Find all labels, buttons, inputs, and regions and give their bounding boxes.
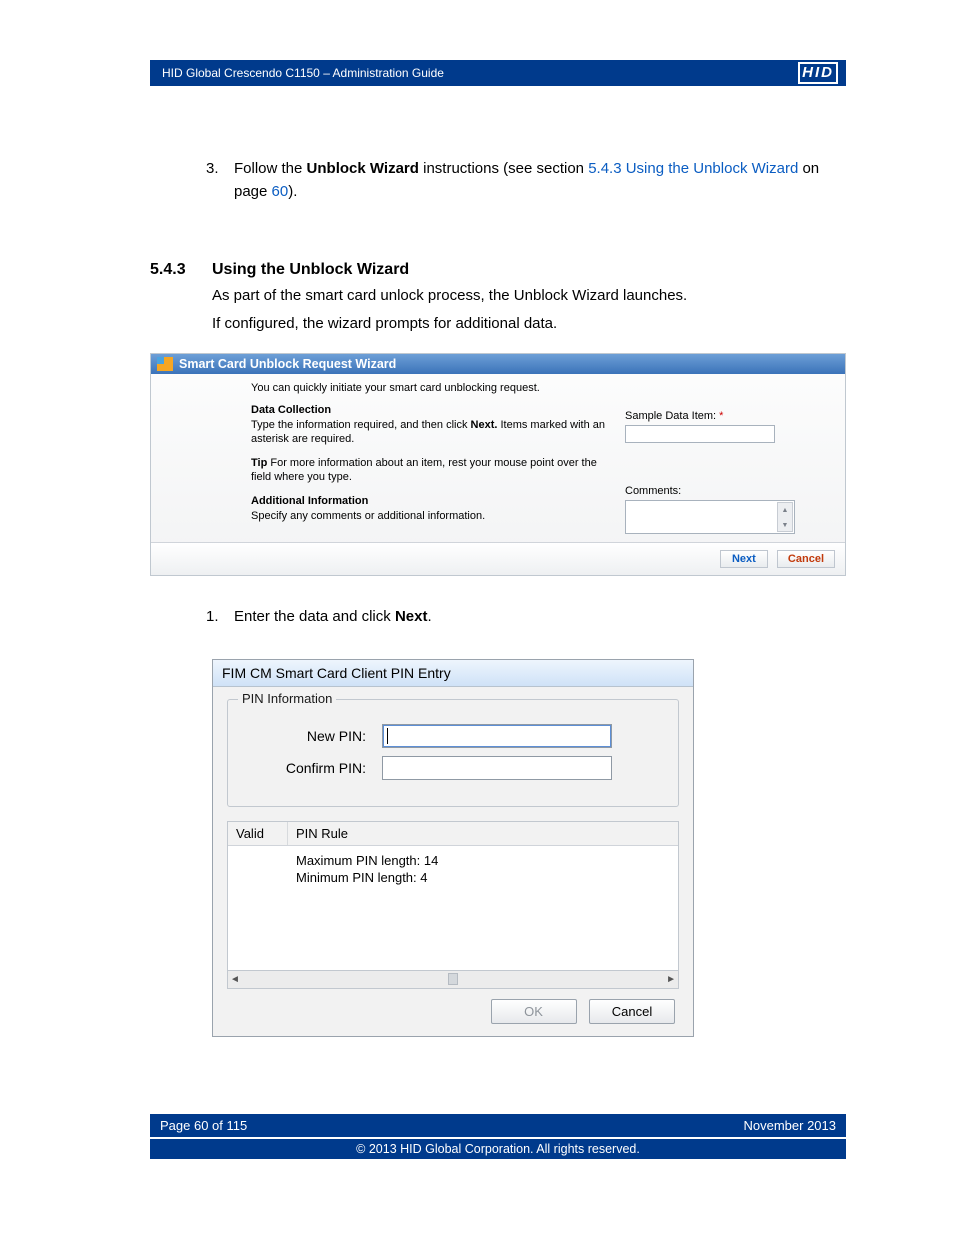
cancel-button[interactable]: Cancel <box>777 550 835 568</box>
comments-textarea[interactable] <box>625 500 795 534</box>
horizontal-scrollbar[interactable]: ◄ ► <box>227 971 679 989</box>
dialog-titlebar: FIM CM Smart Card Client PIN Entry <box>213 660 693 687</box>
scroll-thumb[interactable] <box>448 973 458 985</box>
required-asterisk: * <box>719 410 723 422</box>
column-pin-rule[interactable]: PIN Rule <box>288 822 678 845</box>
footer-copyright: © 2013 HID Global Corporation. All right… <box>150 1139 846 1159</box>
scroll-left-icon[interactable]: ◄ <box>230 974 240 985</box>
new-pin-input[interactable] <box>382 724 612 748</box>
pin-rules-table: Valid PIN Rule Maximum PIN length: 14 Mi… <box>227 821 679 971</box>
footer-date: November 2013 <box>744 1118 837 1133</box>
step-1: 1. Enter the data and click Next. <box>206 608 846 625</box>
confirm-pin-label: Confirm PIN: <box>242 760 382 776</box>
step-3: 3. Follow the Unblock Wizard instruction… <box>206 158 846 203</box>
sample-data-input[interactable] <box>625 425 775 443</box>
section-number: 5.4.3 <box>150 261 212 279</box>
unblock-wizard-window: Smart Card Unblock Request Wizard You ca… <box>150 353 846 576</box>
wizard-titlebar: Smart Card Unblock Request Wizard <box>151 354 845 374</box>
page-indicator: Page 60 of 115 <box>160 1118 247 1133</box>
group-legend: PIN Information <box>238 691 336 706</box>
step-text: Follow the Unblock Wizard instructions (… <box>234 158 846 203</box>
data-collection-heading: Data Collection <box>251 404 609 416</box>
xref-link[interactable]: 5.4.3 Using the Unblock Wizard <box>588 160 798 177</box>
step-text: Enter the data and click Next. <box>234 608 846 625</box>
cancel-button[interactable]: Cancel <box>589 999 675 1024</box>
wizard-title: Smart Card Unblock Request Wizard <box>179 357 396 371</box>
ok-button[interactable]: OK <box>491 999 577 1024</box>
hid-logo: HID <box>798 62 838 84</box>
dialog-button-bar: OK Cancel <box>227 989 679 1024</box>
additional-info-heading: Additional Information <box>251 495 609 507</box>
page-link[interactable]: 60 <box>272 183 289 200</box>
step-number: 3. <box>206 158 234 203</box>
wizard-tip: Tip For more information about an item, … <box>251 456 609 485</box>
wizard-button-bar: Next Cancel <box>151 542 845 575</box>
pin-rule-row: Minimum PIN length: 4 <box>296 869 670 887</box>
sample-data-label: Sample Data Item: * <box>625 410 835 422</box>
additional-info-text: Specify any comments or additional infor… <box>251 509 609 523</box>
section-title: Using the Unblock Wizard <box>212 261 409 279</box>
pin-information-group: PIN Information New PIN: Confirm PIN: <box>227 699 679 807</box>
comments-label: Comments: <box>625 485 835 497</box>
data-collection-text: Type the information required, and then … <box>251 418 609 447</box>
section-heading: 5.4.3 Using the Unblock Wizard <box>150 261 846 279</box>
confirm-pin-input[interactable] <box>382 756 612 780</box>
para-2: If configured, the wizard prompts for ad… <box>212 313 846 335</box>
doc-header: HID Global Crescendo C1150 – Administrat… <box>150 60 846 86</box>
para-1: As part of the smart card unlock process… <box>212 285 846 307</box>
wizard-intro: You can quickly initiate your smart card… <box>251 382 609 394</box>
new-pin-label: New PIN: <box>242 728 382 744</box>
step-number: 1. <box>206 608 234 625</box>
doc-header-title: HID Global Crescendo C1150 – Administrat… <box>162 66 444 80</box>
pin-rule-row: Maximum PIN length: 14 <box>296 852 670 870</box>
scroll-right-icon[interactable]: ► <box>666 974 676 985</box>
next-button[interactable]: Next <box>720 550 768 568</box>
column-valid[interactable]: Valid <box>228 822 288 845</box>
pin-entry-dialog: FIM CM Smart Card Client PIN Entry PIN I… <box>212 659 694 1037</box>
footer-bar: Page 60 of 115 November 2013 <box>150 1114 846 1137</box>
wizard-icon <box>157 357 173 371</box>
